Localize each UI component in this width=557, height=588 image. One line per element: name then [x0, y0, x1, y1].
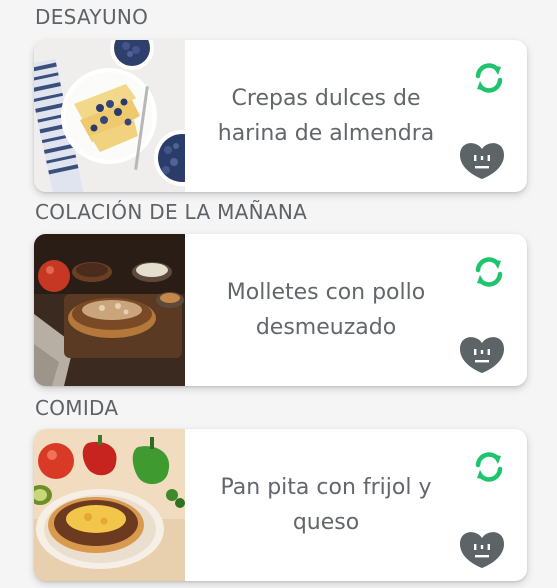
refresh-icon[interactable] [470, 253, 508, 291]
molletes-photo [34, 234, 185, 386]
refresh-icon[interactable] [470, 448, 508, 486]
meal-name: Molletes con pollo desmeuzado [226, 280, 426, 340]
pita-photo [34, 429, 185, 581]
neutral-face-heart-icon[interactable] [458, 530, 506, 570]
refresh-icon[interactable] [470, 59, 508, 97]
meal-card-colacion[interactable]: Molletes con pollo desmeuzado [34, 234, 527, 386]
meal-plan-screen: DESAYUNO Crepas dulces de harina de alme… [0, 0, 557, 588]
crepes-photo [34, 40, 185, 192]
meal-card-comida[interactable]: Pan pita con frijol y queso [34, 429, 527, 581]
neutral-face-heart-icon[interactable] [458, 141, 506, 181]
section-title-desayuno: DESAYUNO [35, 5, 149, 29]
meal-name: Pan pita con frijol y queso [220, 475, 432, 535]
neutral-face-heart-icon[interactable] [458, 335, 506, 375]
meal-name: Crepas dulces de harina de almendra [217, 86, 435, 146]
section-title-comida: COMIDA [35, 396, 119, 420]
meal-card-desayuno[interactable]: Crepas dulces de harina de almendra [34, 40, 527, 192]
section-title-colacion: COLACIÓN DE LA MAÑANA [35, 200, 308, 224]
